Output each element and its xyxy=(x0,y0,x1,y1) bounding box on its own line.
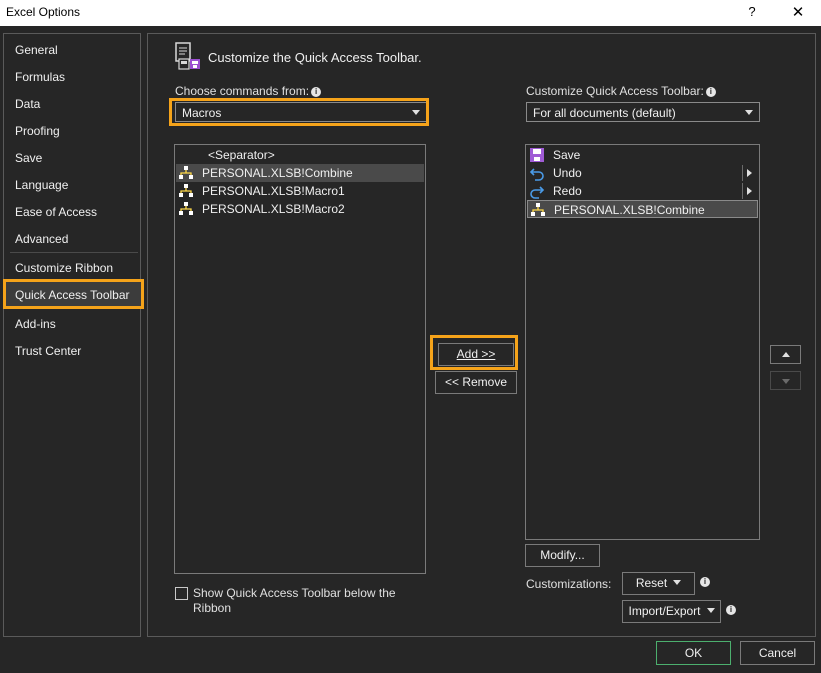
show-below-ribbon-label-2: Ribbon xyxy=(193,601,232,615)
nav-item-advanced[interactable]: Advanced xyxy=(5,226,143,252)
nav-item-language[interactable]: Language xyxy=(5,172,143,198)
import-export-button[interactable]: Import/Export xyxy=(622,600,721,623)
import-export-button-label: Import/Export xyxy=(628,604,701,618)
macro-icon xyxy=(531,203,545,216)
list-item[interactable]: PERSONAL.XLSB!Macro1 xyxy=(176,182,424,200)
info-icon[interactable]: i xyxy=(311,87,322,97)
info-icon[interactable]: i xyxy=(700,577,710,587)
chevron-right-icon[interactable] xyxy=(747,187,752,195)
commands-list[interactable]: <Separator> PERSONAL.XLSB!Combine PERSON… xyxy=(174,144,426,574)
show-below-ribbon-checkbox[interactable] xyxy=(175,587,188,600)
list-item[interactable]: PERSONAL.XLSB!Macro2 xyxy=(176,200,424,218)
list-item[interactable]: PERSONAL.XLSB!Combine xyxy=(527,200,758,218)
customize-toolbar-value: For all documents (default) xyxy=(533,106,676,120)
page-heading: Customize the Quick Access Toolbar. xyxy=(208,50,422,65)
show-below-ribbon-label: Show Quick Access Toolbar below the xyxy=(193,586,396,600)
info-icon[interactable]: i xyxy=(726,605,736,615)
nav-item-proofing[interactable]: Proofing xyxy=(5,118,143,144)
nav-item-add-ins[interactable]: Add-ins xyxy=(5,311,143,337)
title-bar: Excel Options ? ✕ xyxy=(0,0,821,26)
undo-icon xyxy=(529,168,544,181)
list-item[interactable]: Save xyxy=(527,146,758,164)
window-title: Excel Options xyxy=(6,5,81,19)
list-item[interactable]: Undo xyxy=(527,164,758,182)
nav-item-customize-ribbon[interactable]: Customize Ribbon xyxy=(5,255,143,281)
nav-item-data[interactable]: Data xyxy=(5,91,143,117)
info-icon[interactable]: i xyxy=(705,87,716,97)
macro-icon xyxy=(179,166,193,179)
close-button[interactable]: ✕ xyxy=(788,3,808,21)
customizations-label: Customizations: xyxy=(526,577,612,591)
chevron-right-icon[interactable] xyxy=(747,169,752,177)
choose-commands-label: Choose commands from: i xyxy=(175,84,322,98)
nav-item-general[interactable]: General xyxy=(5,37,143,63)
ok-button[interactable]: OK xyxy=(656,641,731,665)
chevron-down-icon xyxy=(706,608,715,613)
customize-toolbar-label: Customize Quick Access Toolbar: i xyxy=(526,84,716,98)
list-item-label: PERSONAL.XLSB!Macro2 xyxy=(202,202,345,216)
add-button-highlight xyxy=(430,335,518,370)
ok-button-label: OK xyxy=(684,646,703,660)
nav-item-ease-of-access[interactable]: Ease of Access xyxy=(5,199,143,225)
split-divider xyxy=(742,183,743,199)
macro-icon xyxy=(179,202,193,215)
reset-button[interactable]: Reset xyxy=(622,572,695,595)
chevron-down-icon xyxy=(673,580,682,585)
nav-item-formulas[interactable]: Formulas xyxy=(5,64,143,90)
macro-icon xyxy=(179,184,193,197)
options-nav: General Formulas Data Proofing Save Lang… xyxy=(3,33,143,637)
list-item[interactable]: Redo xyxy=(527,182,758,200)
chevron-down-icon xyxy=(745,110,753,115)
customize-toolbar-text: Customize Quick Access Toolbar: xyxy=(526,84,704,98)
nav-divider xyxy=(10,252,138,253)
arrow-down-icon xyxy=(782,379,790,384)
remove-button-label: << Remove xyxy=(444,375,508,389)
list-item[interactable]: PERSONAL.XLSB!Combine xyxy=(176,164,424,182)
nav-item-trust-center[interactable]: Trust Center xyxy=(5,338,143,364)
list-item-label: Save xyxy=(553,148,581,162)
list-item-label: Undo xyxy=(553,166,582,180)
arrow-up-icon xyxy=(782,352,790,357)
toolbar-items-list[interactable]: Save Undo Redo PERSONAL.XLSB!Combine xyxy=(525,144,760,540)
nav-item-save[interactable]: Save xyxy=(5,145,143,171)
cancel-button[interactable]: Cancel xyxy=(740,641,815,665)
modify-button-label: Modify... xyxy=(540,548,585,562)
quick-access-toolbar-icon xyxy=(175,42,200,70)
list-item-label: PERSONAL.XLSB!Macro1 xyxy=(202,184,345,198)
cancel-button-label: Cancel xyxy=(758,646,797,660)
save-icon xyxy=(530,148,544,162)
modify-button[interactable]: Modify... xyxy=(525,544,600,567)
list-item[interactable]: <Separator> xyxy=(176,146,424,164)
choose-commands-text: Choose commands from: xyxy=(175,84,310,98)
list-item-label: PERSONAL.XLSB!Combine xyxy=(554,203,705,217)
list-item-label: Redo xyxy=(553,184,582,198)
move-up-button[interactable] xyxy=(770,345,801,364)
nav-highlight xyxy=(3,279,144,309)
dropdown-highlight xyxy=(169,98,429,126)
move-down-button[interactable] xyxy=(770,371,801,390)
remove-button[interactable]: << Remove xyxy=(435,371,517,394)
split-divider xyxy=(742,165,743,181)
help-button[interactable]: ? xyxy=(744,4,760,19)
customize-toolbar-dropdown[interactable]: For all documents (default) xyxy=(526,102,760,122)
redo-icon xyxy=(530,186,545,199)
list-item-label: <Separator> xyxy=(208,148,275,162)
list-item-label: PERSONAL.XLSB!Combine xyxy=(202,166,353,180)
reset-button-label: Reset xyxy=(635,576,668,590)
